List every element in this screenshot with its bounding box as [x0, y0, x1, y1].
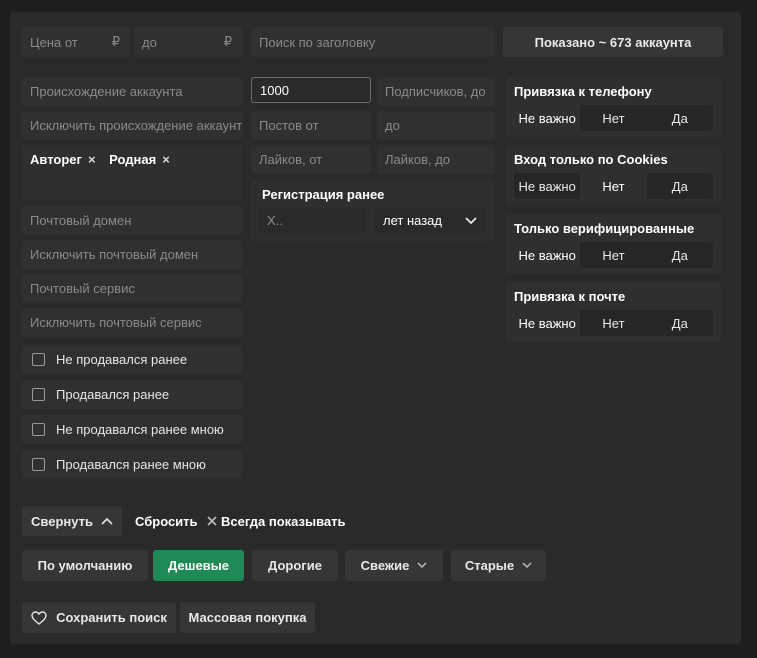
price-from-input[interactable]: Цена от ₽	[22, 27, 130, 57]
subscribers-to-input[interactable]: Подписчиков, до	[377, 77, 495, 106]
cookies-only-segmented: Не важно Нет Да	[514, 173, 713, 199]
option-no[interactable]: Нет	[580, 242, 646, 268]
close-icon	[206, 516, 217, 526]
option-yes[interactable]: Да	[647, 242, 713, 268]
origin-tags-box[interactable]: Авторег × Родная ×	[22, 145, 242, 200]
option-yes[interactable]: Да	[647, 310, 713, 336]
registration-group: Регистрация ранее X.. лет назад	[251, 179, 495, 241]
option-no[interactable]: Нет	[580, 105, 646, 131]
sort-expensive-button[interactable]: Дорогие	[252, 550, 338, 581]
mail-service-input[interactable]: Почтовый сервис	[22, 274, 242, 303]
shown-accounts-button[interactable]: Показано ~ 673 аккаунта	[503, 27, 723, 57]
likes-to-input[interactable]: Лайков, до	[377, 145, 495, 174]
origin-tag: Авторег ×	[30, 152, 96, 167]
ruble-icon: ₽	[223, 34, 232, 49]
toggle-cookies-only: Вход только по Cookies Не важно Нет Да	[506, 145, 721, 205]
checkbox-not-sold-by-me[interactable]: Не продавался ранее мною	[22, 415, 242, 444]
price-to-input[interactable]: до ₽	[134, 27, 242, 57]
verified-only-segmented: Не важно Нет Да	[514, 242, 713, 268]
checkbox-sold-by-me[interactable]: Продавался ранее мною	[22, 450, 242, 479]
option-no[interactable]: Нет	[580, 310, 646, 336]
toggle-title: Привязка к телефону	[514, 84, 652, 99]
likes-from-input[interactable]: Лайков, от	[251, 145, 371, 174]
ruble-icon: ₽	[111, 34, 120, 49]
toggle-mail-binding: Привязка к почте Не важно Нет Да	[506, 282, 721, 342]
sort-fresh-button[interactable]: Свежие	[345, 550, 443, 581]
title-search-input[interactable]: Поиск по заголовку	[251, 27, 495, 57]
registration-years-input[interactable]: X..	[259, 208, 367, 233]
save-search-button[interactable]: Сохранить поиск	[22, 602, 176, 633]
checkbox-sold-before[interactable]: Продавался ранее	[22, 380, 242, 409]
toggle-title: Привязка к почте	[514, 289, 626, 304]
toggle-phone-binding: Привязка к телефону Не важно Нет Да	[506, 77, 721, 137]
sort-cheap-button[interactable]: Дешевые	[153, 550, 244, 581]
checkbox-icon[interactable]	[32, 353, 45, 366]
chevron-down-icon	[417, 562, 427, 569]
exclude-mail-service-input[interactable]: Исключить почтовый сервис	[22, 308, 242, 337]
filter-panel: Цена от ₽ до ₽ Поиск по заголовку Показа…	[10, 12, 741, 644]
checkbox-icon[interactable]	[32, 388, 45, 401]
checkbox-icon[interactable]	[32, 458, 45, 471]
exclude-mail-domain-input[interactable]: Исключить почтовый домен	[22, 240, 242, 269]
reset-button[interactable]: Сбросить	[135, 506, 217, 536]
chevron-down-icon	[522, 562, 532, 569]
option-yes[interactable]: Да	[647, 105, 713, 131]
option-any[interactable]: Не важно	[514, 105, 581, 131]
toggle-verified-only: Только верифицированные Не важно Нет Да	[506, 214, 721, 274]
posts-to-input[interactable]: до	[377, 111, 495, 140]
option-any[interactable]: Не важно	[514, 173, 580, 199]
bulk-buy-button[interactable]: Массовая покупка	[180, 602, 315, 633]
exclude-origin-input[interactable]: Исключить происхождение аккаунт	[22, 111, 242, 140]
posts-from-input[interactable]: Постов от	[251, 111, 371, 140]
registration-title: Регистрация ранее	[262, 187, 385, 202]
option-any[interactable]: Не важно	[514, 242, 581, 268]
chevron-down-icon	[465, 216, 477, 224]
toggle-title: Вход только по Cookies	[514, 152, 668, 167]
sort-old-button[interactable]: Старые	[451, 550, 546, 581]
origin-input[interactable]: Происхождение аккаунта	[22, 77, 242, 106]
phone-binding-segmented: Не важно Нет Да	[514, 105, 713, 131]
origin-tag: Родная ×	[109, 152, 170, 167]
registration-unit-select[interactable]: лет назад	[375, 208, 485, 233]
collapse-button[interactable]: Свернуть	[22, 506, 122, 536]
remove-tag-icon[interactable]: ×	[88, 152, 96, 167]
toggle-title: Только верифицированные	[514, 221, 695, 236]
heart-icon	[31, 610, 47, 625]
option-yes[interactable]: Да	[647, 173, 713, 199]
always-show-button[interactable]: Всегда показывать	[221, 506, 346, 536]
mail-binding-segmented: Не важно Нет Да	[514, 310, 713, 336]
checkbox-not-sold-before[interactable]: Не продавался ранее	[22, 345, 242, 374]
checkbox-icon[interactable]	[32, 423, 45, 436]
subscribers-from-input[interactable]: 1000	[251, 77, 371, 103]
mail-domain-input[interactable]: Почтовый домен	[22, 206, 242, 235]
remove-tag-icon[interactable]: ×	[162, 152, 170, 167]
sort-default-button[interactable]: По умолчанию	[22, 550, 148, 581]
chevron-up-icon	[101, 517, 113, 525]
option-no[interactable]: Нет	[580, 173, 647, 199]
option-any[interactable]: Не важно	[514, 310, 581, 336]
